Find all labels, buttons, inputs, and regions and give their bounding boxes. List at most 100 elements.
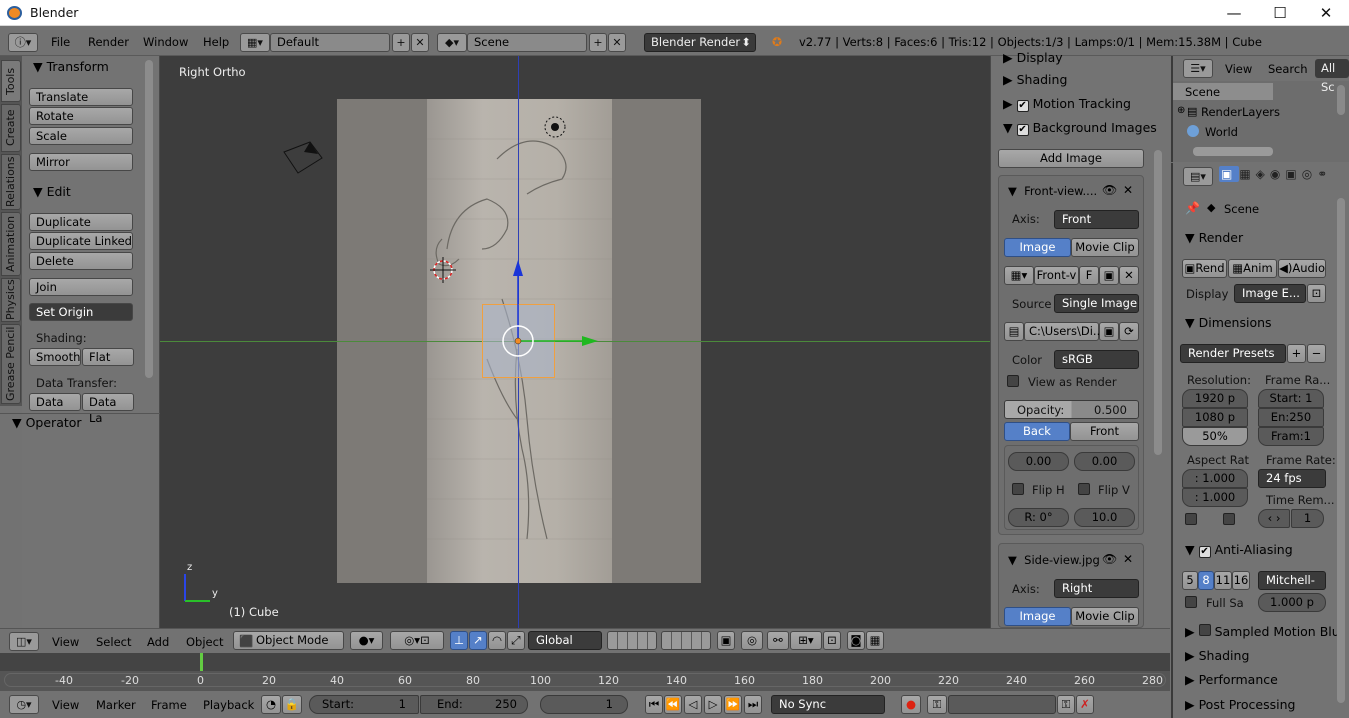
anti-aliasing-checkbox[interactable]: ✔ [1198,546,1211,558]
operator-panel-header[interactable]: ▼ Operator [12,415,82,430]
pivot-point-icon[interactable]: ◎▾⊡ [390,631,444,650]
lock-time-icon[interactable]: 🔒 [282,695,302,714]
remove-bg-icon[interactable]: ✕ [1123,183,1133,197]
time-remap-old-field[interactable]: ‹ › [1258,509,1290,528]
bg1-header[interactable]: ▼ Front-view.... [1008,184,1097,198]
properties-context-tabs[interactable]: ▣ ▦◈◉▣◎⚭ [1219,166,1349,186]
select-menu[interactable]: Select [96,635,131,649]
frame-step-field[interactable]: Fram:1 [1258,427,1324,446]
resolution-percent-slider[interactable]: 50% [1182,427,1248,446]
viewport-shading-icon[interactable]: ●▾ [350,631,383,650]
motion-tracking-checkbox[interactable]: ✔ [1016,100,1029,112]
aa-samples-11[interactable]: 11 [1214,571,1232,590]
shading-props-panel-header[interactable]: ▶ Shading [1185,648,1249,663]
performance-panel-header[interactable]: ▶ Performance [1185,672,1278,687]
3d-viewport[interactable]: Right Ortho (1) Cube z y [160,56,990,628]
render-engine-dropdown[interactable]: Blender Render ⬍ [644,33,756,52]
tab-create[interactable]: Create [1,104,21,152]
aspect-x-field[interactable]: : 1.000 [1182,469,1248,488]
bg1-filepath-field[interactable]: C:\Users\Di... [1024,322,1104,341]
close-button[interactable]: ✕ [1303,0,1349,26]
front-toggle[interactable]: Front [1070,422,1139,441]
outliner-v-scrollbar[interactable] [1337,85,1345,115]
transform-manipulator[interactable] [490,256,610,366]
editor-type-timeline-icon[interactable]: ◷▾ [9,695,39,714]
add-menu[interactable]: Add [147,635,169,649]
remove-preset-icon[interactable]: − [1307,344,1326,363]
menu-window[interactable]: Window [143,35,188,49]
display-dropdown[interactable]: Image E... [1234,284,1306,303]
eye-icon[interactable]: 👁 [1102,183,1117,197]
motion-tracking-panel-header[interactable]: ▶ ✔ Motion Tracking [1003,96,1131,112]
outliner-h-scrollbar[interactable] [1193,147,1273,156]
flat-button[interactable]: Flat [82,348,134,366]
bg2-header[interactable]: ▼ Side-view.jpg [1008,553,1100,567]
image-browse-icon[interactable]: ▦▾ [1004,266,1034,285]
crop-checkbox[interactable] [1223,513,1235,525]
play-reverse-icon[interactable]: ◁ [684,695,702,714]
add-image-button[interactable]: Add Image [998,149,1144,168]
resolution-y-field[interactable]: 1080 p [1182,408,1248,427]
bg1-image-name[interactable]: Front-v [1034,266,1079,285]
frame-rate-dropdown[interactable]: 24 fps [1258,469,1326,488]
render-anim-button[interactable]: ▦Anim [1228,259,1277,278]
jump-prev-keyframe-icon[interactable]: ⏪ [664,695,682,714]
delete-button[interactable]: Delete [29,252,133,270]
scale-button[interactable]: Scale [29,127,133,145]
pin-icon[interactable]: 📌 [1185,201,1200,215]
flip-h-checkbox[interactable] [1012,483,1024,495]
back-toggle[interactable]: Back [1004,422,1070,441]
auto-keying-record-icon[interactable]: ● [901,695,921,714]
duplicate-button[interactable]: Duplicate [29,213,133,231]
render-opengl-icon[interactable]: ◙ [847,631,865,650]
data-layout-button[interactable]: Data La [82,393,134,425]
bg2-image-tab[interactable]: Image [1004,607,1071,626]
frame-start-field[interactable]: Start: 1 [1258,389,1324,408]
render-audio-button[interactable]: ◀)Audio [1278,259,1326,278]
bg1-color-dropdown[interactable]: sRGB [1054,350,1139,369]
expand-icon[interactable]: ⊕ [1177,105,1185,116]
edit-panel-header[interactable]: ▼ Edit [33,184,71,199]
current-frame-indicator[interactable] [200,653,203,673]
outliner-editor-icon[interactable]: ☰▾ [1183,59,1213,78]
tab-animation[interactable]: Animation [1,212,21,276]
play-icon[interactable]: ▷ [704,695,722,714]
view-menu[interactable]: View [52,635,79,649]
bg2-axis-dropdown[interactable]: Right [1054,579,1139,598]
remove-layout-icon[interactable]: ✕ [411,33,429,52]
tab-grease-pencil[interactable]: Grease Pencil [1,324,21,404]
unlink-image-icon[interactable]: ✕ [1119,266,1139,285]
outliner-item-scene[interactable]: Scene [1185,85,1220,99]
outliner-search-menu[interactable]: Search [1268,62,1308,76]
size-field[interactable]: 10.0 [1074,508,1135,527]
anti-aliasing-panel-header[interactable]: ▼ ✔ Anti-Aliasing [1185,542,1293,558]
aa-samples-16[interactable]: 16 [1232,571,1250,590]
screen-layout-field[interactable]: Default [270,33,390,52]
render-presets-dropdown[interactable]: Render Presets [1180,344,1286,363]
time-remap-new-field[interactable]: 1 [1291,509,1324,528]
data-button[interactable]: Data [29,393,81,411]
outliner-item-world[interactable]: World [1205,125,1238,139]
lock-interface-icon[interactable]: ⊡ [1307,284,1326,303]
render-context-icon[interactable]: ▣ [1219,166,1240,182]
toolshelf-scrollbar[interactable] [145,60,153,378]
outliner-display-mode[interactable]: All Sc [1315,59,1349,94]
add-preset-icon[interactable]: + [1287,344,1306,363]
properties-editor-icon[interactable]: ▤▾ [1183,167,1213,186]
duplicate-linked-button[interactable]: Duplicate Linked [29,232,133,250]
insert-keyframe-icon[interactable]: ⚿ [1057,695,1075,714]
resolution-x-field[interactable]: 1920 p [1182,389,1248,408]
snap-target-icon[interactable]: ⊡ [823,631,841,650]
start-frame-field[interactable]: Start: 1 [309,695,419,714]
dimensions-panel-header[interactable]: ▼ Dimensions [1185,315,1272,330]
filter-size-field[interactable]: 1.000 p [1258,593,1326,612]
transform-panel-header[interactable]: ▼ Transform [33,59,109,74]
render-anim-opengl-icon[interactable]: ▦ [866,631,884,650]
snap-element-icon[interactable]: ⊞▾ [790,631,822,650]
timeline[interactable]: -40 -20 0 20 40 60 80 100 120 140 160 18… [0,653,1170,690]
render-panel-header[interactable]: ▼ Render [1185,230,1243,245]
remove-scene-icon[interactable]: ✕ [608,33,626,52]
manipulator-toggle-icon[interactable]: ⊥ [450,631,468,650]
x-offset-field[interactable]: 0.00 [1008,452,1069,471]
aa-samples-5[interactable]: 5 [1182,571,1198,590]
